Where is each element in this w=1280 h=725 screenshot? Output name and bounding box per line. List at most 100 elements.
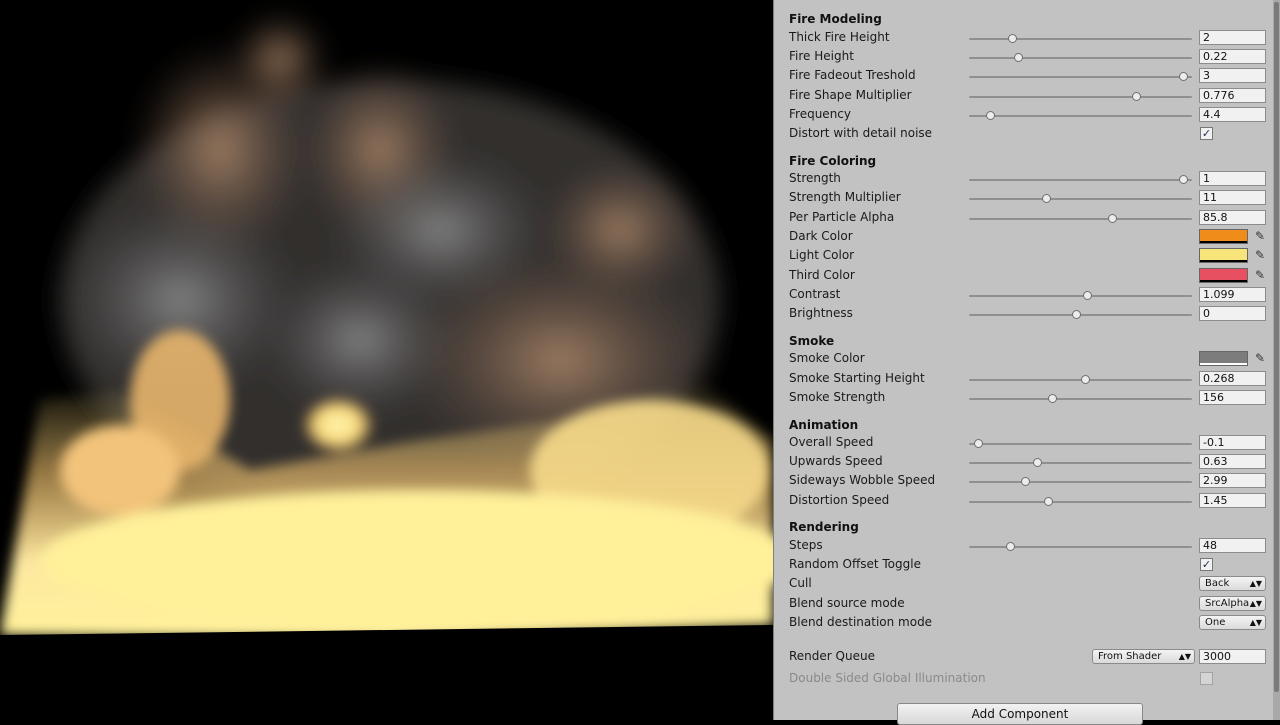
slider-track[interactable] bbox=[969, 194, 1192, 203]
slider-thumb[interactable] bbox=[1082, 291, 1092, 300]
value-field[interactable]: 0.268 bbox=[1199, 371, 1266, 386]
property-label: Render Queue bbox=[789, 649, 875, 663]
distort-checkbox[interactable]: ✓ bbox=[1200, 127, 1213, 140]
updown-arrow-icon: ▲▼ bbox=[1249, 579, 1262, 588]
property-label: Thick Fire Height bbox=[789, 30, 890, 44]
slider-track[interactable] bbox=[969, 542, 1192, 551]
render-queue-dropdown[interactable]: From Shader ▲▼ bbox=[1092, 649, 1195, 664]
slider-track[interactable] bbox=[969, 214, 1192, 223]
value-field[interactable]: 2.99 bbox=[1199, 473, 1266, 488]
property-label: Double Sided Global Illumination bbox=[789, 671, 986, 685]
slider-thumb[interactable] bbox=[1048, 394, 1058, 403]
blend-destination-dropdown[interactable]: One ▲▼ bbox=[1199, 615, 1266, 630]
slider-thumb[interactable] bbox=[1080, 375, 1090, 384]
scene-viewport[interactable] bbox=[0, 0, 773, 720]
value-field[interactable]: 1 bbox=[1199, 171, 1266, 186]
property-label: Dark Color bbox=[789, 229, 853, 243]
slider-thumb[interactable] bbox=[1179, 72, 1188, 81]
third-color-swatch[interactable] bbox=[1199, 268, 1248, 283]
inspector-scrollbar[interactable] bbox=[1273, 0, 1280, 720]
dropdown-value: SrcAlpha bbox=[1205, 598, 1250, 609]
render-queue-field[interactable]: 3000 bbox=[1199, 649, 1266, 664]
slider-track[interactable] bbox=[969, 111, 1192, 120]
slider-track[interactable] bbox=[969, 175, 1192, 184]
slider-track[interactable] bbox=[969, 394, 1192, 403]
value-field[interactable]: 3 bbox=[1199, 68, 1266, 83]
value-field[interactable]: -0.1 bbox=[1199, 435, 1266, 450]
value-field[interactable]: 0.22 bbox=[1199, 49, 1266, 64]
property-label: Fire Shape Multiplier bbox=[789, 88, 912, 102]
slider-thumb[interactable] bbox=[1044, 497, 1054, 506]
slider-track[interactable] bbox=[969, 477, 1192, 486]
slider-track[interactable] bbox=[969, 439, 1192, 448]
slider-track[interactable] bbox=[969, 310, 1192, 319]
property-label: Frequency bbox=[789, 107, 851, 121]
add-component-button[interactable]: Add Component bbox=[897, 703, 1143, 725]
slider-track[interactable] bbox=[969, 72, 1192, 81]
property-label: Fire Height bbox=[789, 49, 854, 63]
slider-thumb[interactable] bbox=[1033, 458, 1043, 467]
value-field[interactable]: 0.776 bbox=[1199, 88, 1266, 103]
eyedropper-icon[interactable]: ✎ bbox=[1253, 351, 1267, 366]
property-label: Strength Multiplier bbox=[789, 190, 901, 204]
slider-track[interactable] bbox=[969, 53, 1192, 62]
property-label: Strength bbox=[789, 171, 841, 185]
property-label: Sideways Wobble Speed bbox=[789, 473, 936, 487]
value-field[interactable]: 48 bbox=[1199, 538, 1266, 553]
slider-thumb[interactable] bbox=[1072, 310, 1081, 319]
dropdown-value: Back bbox=[1205, 578, 1230, 589]
dropdown-value: One bbox=[1205, 617, 1226, 628]
property-label: Brightness bbox=[789, 306, 853, 320]
cull-dropdown[interactable]: Back ▲▼ bbox=[1199, 576, 1266, 591]
slider-thumb[interactable] bbox=[973, 439, 983, 448]
slider-track[interactable] bbox=[969, 34, 1192, 43]
property-label: Blend source mode bbox=[789, 596, 905, 610]
light-color-swatch[interactable] bbox=[1199, 248, 1248, 263]
slider-track[interactable] bbox=[969, 92, 1192, 101]
eyedropper-icon[interactable]: ✎ bbox=[1253, 268, 1267, 283]
value-field[interactable]: 1.099 bbox=[1199, 287, 1266, 302]
slider-thumb[interactable] bbox=[1179, 175, 1188, 184]
value-field[interactable]: 11 bbox=[1199, 190, 1266, 205]
slider-thumb[interactable] bbox=[1014, 53, 1024, 62]
value-field[interactable]: 156 bbox=[1199, 390, 1266, 405]
section-fire-coloring: Fire Coloring bbox=[789, 154, 877, 168]
slider-track[interactable] bbox=[969, 375, 1192, 384]
slider-thumb[interactable] bbox=[986, 111, 996, 120]
dropdown-value: From Shader bbox=[1098, 651, 1162, 662]
blend-source-dropdown[interactable]: SrcAlpha ▲▼ bbox=[1199, 596, 1266, 611]
value-field[interactable]: 0 bbox=[1199, 306, 1266, 321]
slider-thumb[interactable] bbox=[1131, 92, 1141, 101]
slider-thumb[interactable] bbox=[1108, 214, 1118, 223]
random-offset-checkbox[interactable]: ✓ bbox=[1200, 558, 1213, 571]
property-label: Smoke Starting Height bbox=[789, 371, 925, 385]
property-label: Overall Speed bbox=[789, 435, 874, 449]
updown-arrow-icon: ▲▼ bbox=[1178, 652, 1191, 661]
property-label: Contrast bbox=[789, 287, 841, 301]
slider-thumb[interactable] bbox=[1042, 194, 1052, 203]
value-field[interactable]: 4.4 bbox=[1199, 107, 1266, 122]
section-rendering: Rendering bbox=[789, 520, 859, 534]
property-label: Smoke Color bbox=[789, 351, 865, 365]
eyedropper-icon[interactable]: ✎ bbox=[1253, 229, 1267, 244]
scrollbar-thumb[interactable] bbox=[1274, 2, 1279, 692]
property-label: Random Offset Toggle bbox=[789, 557, 921, 571]
property-label: Blend destination mode bbox=[789, 615, 933, 629]
slider-track[interactable] bbox=[969, 291, 1192, 300]
section-smoke: Smoke bbox=[789, 334, 835, 348]
value-field[interactable]: 0.63 bbox=[1199, 454, 1266, 469]
slider-track[interactable] bbox=[969, 458, 1192, 467]
property-label: Third Color bbox=[789, 268, 855, 282]
updown-arrow-icon: ▲▼ bbox=[1249, 618, 1262, 627]
slider-thumb[interactable] bbox=[1005, 542, 1015, 551]
eyedropper-icon[interactable]: ✎ bbox=[1253, 248, 1267, 263]
slider-thumb[interactable] bbox=[1007, 34, 1017, 43]
value-field[interactable]: 2 bbox=[1199, 30, 1266, 45]
dark-color-swatch[interactable] bbox=[1199, 229, 1248, 244]
slider-track[interactable] bbox=[969, 497, 1192, 506]
value-field[interactable]: 85.8 bbox=[1199, 210, 1266, 225]
value-field[interactable]: 1.45 bbox=[1199, 493, 1266, 508]
slider-thumb[interactable] bbox=[1020, 477, 1030, 486]
property-label: Cull bbox=[789, 576, 812, 590]
smoke-color-swatch[interactable] bbox=[1199, 351, 1248, 366]
